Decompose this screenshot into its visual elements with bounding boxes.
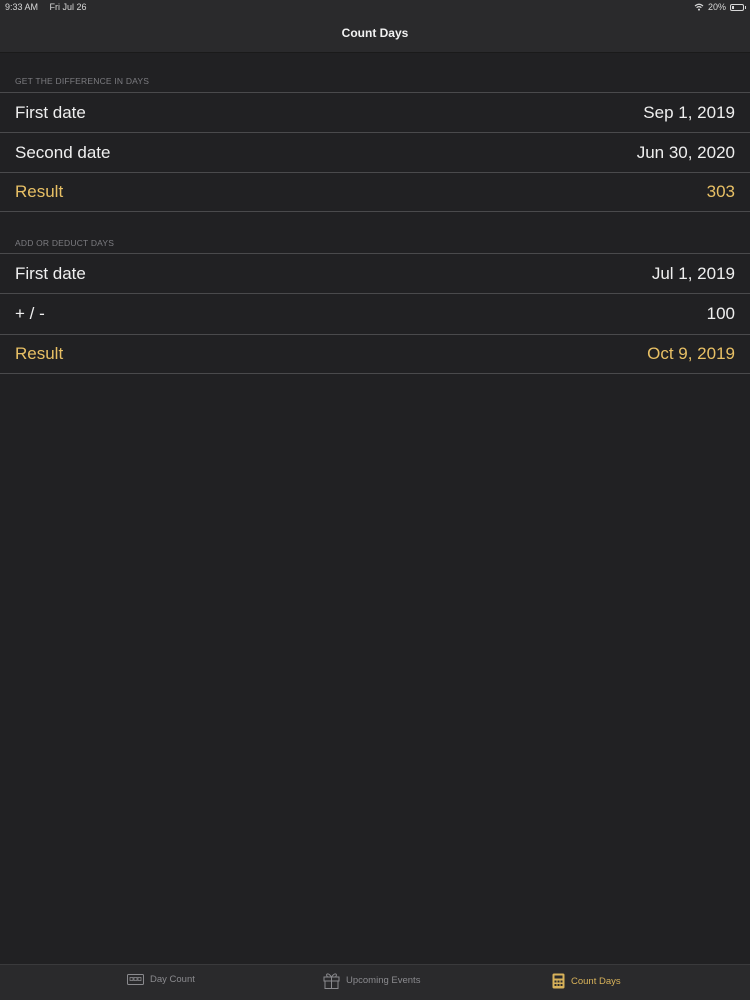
status-left: 9:33 AM Fri Jul 26 [5, 2, 96, 12]
status-date: Fri Jul 26 [49, 2, 87, 12]
battery-icon [730, 3, 746, 11]
ticket-icon [127, 974, 144, 985]
tab-bar: Day Count Upcoming Events Count Days [0, 964, 750, 1000]
status-time: 9:33 AM [5, 2, 39, 12]
gift-icon [323, 973, 340, 989]
add-deduct-result-row: Result Oct 9, 2019 [0, 334, 750, 374]
add-deduct-first-date-row[interactable]: First date Jul 1, 2019 [0, 253, 750, 293]
page-title: Count Days [341, 26, 409, 40]
row-label: + / - [15, 303, 45, 323]
row-label: Result [15, 344, 64, 363]
section-header-add-deduct: ADD OR DEDUCT DAYS [15, 238, 115, 248]
row-label: First date [15, 263, 86, 283]
difference-first-date-row[interactable]: First date Sep 1, 2019 [0, 92, 750, 132]
navigation-bar: Count Days [0, 14, 750, 53]
row-value: Jun 30, 2020 [636, 142, 735, 162]
row-label: First date [15, 102, 86, 122]
section-header-difference: GET THE DIFFERENCE IN DAYS [15, 76, 150, 86]
status-bar: 9:33 AM Fri Jul 26 20% [0, 0, 750, 14]
difference-second-date-row[interactable]: Second date Jun 30, 2020 [0, 132, 750, 172]
tab-label: Upcoming Events [346, 974, 421, 986]
result-value: 303 [706, 182, 735, 201]
tab-count-days[interactable]: Count Days [552, 973, 621, 989]
tab-day-count[interactable]: Day Count [127, 974, 195, 985]
difference-result-row: Result 303 [0, 172, 750, 212]
row-label: Second date [15, 142, 111, 162]
tab-label: Count Days [571, 975, 621, 987]
status-right: 20% [694, 2, 746, 12]
row-value: Sep 1, 2019 [643, 102, 735, 122]
row-value: 100 [706, 303, 735, 323]
wifi-icon [694, 3, 704, 11]
tab-label: Day Count [150, 974, 195, 985]
row-label: Result [15, 182, 64, 201]
result-value: Oct 9, 2019 [647, 344, 735, 363]
tab-upcoming-events[interactable]: Upcoming Events [323, 971, 420, 989]
add-deduct-days-row[interactable]: + / - 100 [0, 293, 750, 333]
row-value: Jul 1, 2019 [651, 263, 735, 283]
calculator-icon [552, 973, 565, 989]
app-window: 9:33 AM Fri Jul 26 20% Count Days GET TH… [0, 0, 750, 1000]
battery-percent: 20% [707, 2, 726, 12]
